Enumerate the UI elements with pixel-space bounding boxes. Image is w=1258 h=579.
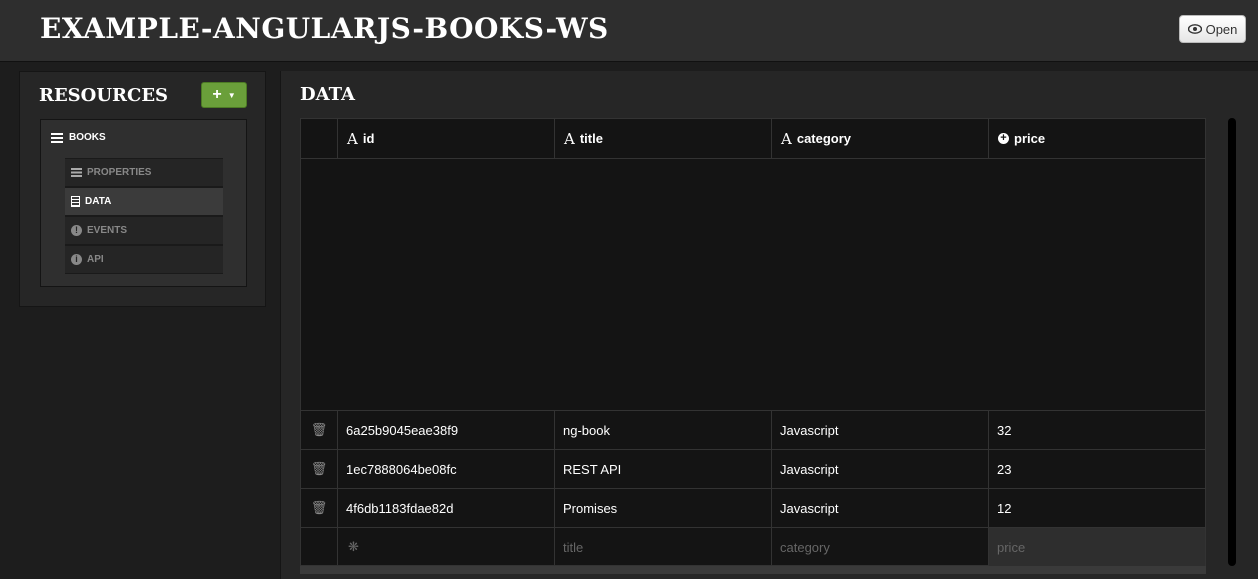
new-price-input[interactable]: price <box>989 528 1205 566</box>
tree-root-books[interactable]: BOOKS <box>51 132 106 143</box>
data-grid: A id A title A category + price 🗑 6a25b9… <box>300 118 1206 566</box>
document-icon <box>71 196 80 207</box>
top-bar: EXAMPLE-ANGULARJS-BOOKS-WS Open <box>0 0 1258 62</box>
tree-item-label: EVENTS <box>87 225 128 236</box>
tree-item-api[interactable]: i API <box>65 245 223 274</box>
column-header-id[interactable]: A id <box>338 119 555 158</box>
list-icon <box>71 168 82 177</box>
new-row: ❋ title category price <box>301 527 1205 566</box>
new-row-spacer <box>301 528 338 566</box>
cell-title[interactable]: ng-book <box>555 411 772 449</box>
tree-item-properties[interactable]: PROPERTIES <box>65 158 223 187</box>
open-button[interactable]: Open <box>1179 15 1246 43</box>
delete-row-icon[interactable]: 🗑 <box>301 489 338 527</box>
eye-icon <box>1187 22 1202 37</box>
new-category-input[interactable]: category <box>772 528 989 566</box>
cell-id[interactable]: 6a25b9045eae38f9 <box>338 411 555 449</box>
column-header-label: title <box>579 131 603 146</box>
cell-price[interactable]: 32 <box>989 411 1205 449</box>
delete-row-icon[interactable]: 🗑 <box>301 411 338 449</box>
cell-title[interactable]: REST API <box>555 450 772 488</box>
tree-root-label: BOOKS <box>69 132 106 143</box>
caret-down-icon: ▼ <box>227 90 236 100</box>
cell-category[interactable]: Javascript <box>772 411 989 449</box>
tree-item-label: PROPERTIES <box>87 167 152 178</box>
cell-price[interactable]: 12 <box>989 489 1205 527</box>
string-type-icon: A <box>564 129 575 148</box>
app-title: EXAMPLE-ANGULARJS-BOOKS-WS <box>40 12 609 45</box>
data-title: DATA <box>300 84 355 105</box>
resources-panel: RESOURCES + ▼ BOOKS PROPERTIES DATA ! EV… <box>19 71 266 307</box>
table-row: 🗑 4f6db1183fdae82d Promises Javascript 1… <box>301 488 1205 527</box>
resource-tree: BOOKS PROPERTIES DATA ! EVENTS i API <box>40 119 247 287</box>
table-row: 🗑 1ec7888064be08fc REST API Javascript 2… <box>301 449 1205 488</box>
column-header-label: category <box>796 131 852 146</box>
column-header-label: id <box>362 131 375 146</box>
tree-item-data[interactable]: DATA <box>65 187 223 216</box>
vertical-scrollbar[interactable] <box>1228 118 1236 566</box>
cell-title[interactable]: Promises <box>555 489 772 527</box>
string-type-icon: A <box>781 129 792 148</box>
alert-icon: ! <box>71 225 82 236</box>
cell-category[interactable]: Javascript <box>772 489 989 527</box>
column-header-category[interactable]: A category <box>772 119 989 158</box>
resources-title: RESOURCES <box>39 85 169 106</box>
table-row: 🗑 6a25b9045eae38f9 ng-book Javascript 32 <box>301 410 1205 449</box>
column-header-price[interactable]: + price <box>989 119 1205 158</box>
tree-item-label: API <box>87 254 104 265</box>
tree-item-label: DATA <box>85 196 112 207</box>
column-header-title[interactable]: A title <box>555 119 772 158</box>
info-icon: i <box>71 254 82 265</box>
auto-id-icon: ❋ <box>338 528 555 566</box>
data-panel: DATA A id A title A category + price � <box>280 71 1258 579</box>
list-icon <box>51 132 63 143</box>
cell-id[interactable]: 1ec7888064be08fc <box>338 450 555 488</box>
plus-icon: + <box>212 86 222 103</box>
column-header-label: price <box>1014 131 1046 146</box>
grid-header: A id A title A category + price <box>301 119 1205 159</box>
open-label: Open <box>1205 21 1238 37</box>
add-resource-button[interactable]: + ▼ <box>201 82 247 108</box>
horizontal-scrollbar[interactable] <box>300 566 1206 574</box>
header-spacer <box>301 119 338 158</box>
grid-rows: 🗑 6a25b9045eae38f9 ng-book Javascript 32… <box>301 410 1205 566</box>
resource-subnav: PROPERTIES DATA ! EVENTS i API <box>65 158 223 274</box>
cell-price[interactable]: 23 <box>989 450 1205 488</box>
tree-item-events[interactable]: ! EVENTS <box>65 216 223 245</box>
new-title-input[interactable]: title <box>555 528 772 566</box>
cell-id[interactable]: 4f6db1183fdae82d <box>338 489 555 527</box>
number-type-icon: + <box>998 133 1009 144</box>
delete-row-icon[interactable]: 🗑 <box>301 450 338 488</box>
cell-category[interactable]: Javascript <box>772 450 989 488</box>
string-type-icon: A <box>347 129 358 148</box>
